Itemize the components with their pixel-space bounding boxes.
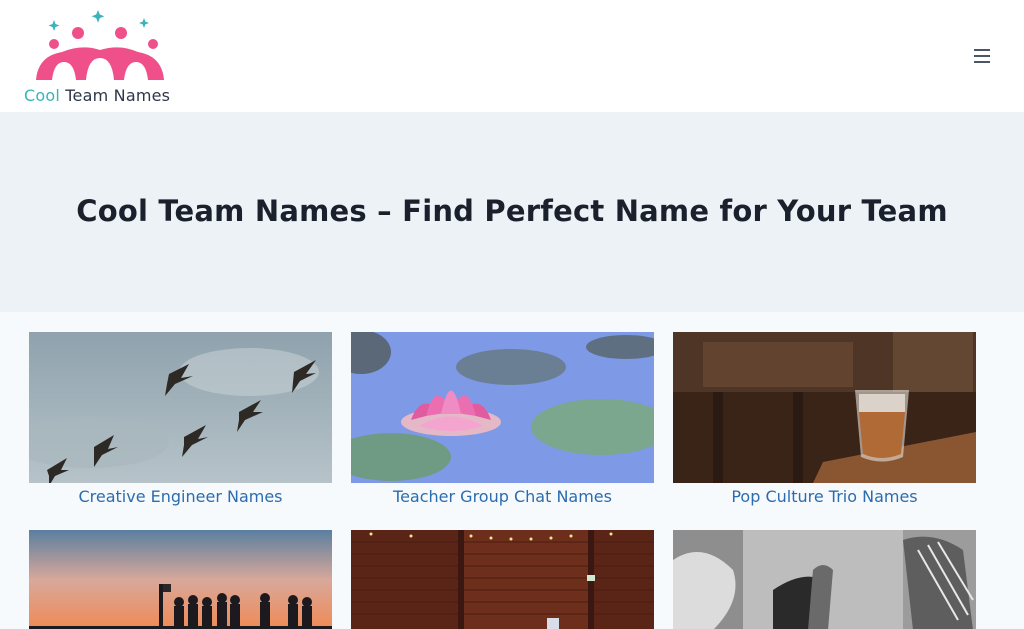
post-card[interactable] (351, 530, 654, 629)
pink-water-lily-photo[interactable] (351, 332, 654, 483)
logo-text-rest: Team Names (60, 86, 171, 105)
logo-text-accent: Cool (24, 86, 60, 105)
iced-coffee-cafe-photo[interactable] (673, 332, 976, 483)
brick-wall-lights-photo[interactable] (351, 530, 654, 629)
holding-hands-bw-photo[interactable] (673, 530, 976, 629)
post-card[interactable]: Pop Culture Trio Names (673, 332, 976, 506)
page-title: Cool Team Names – Find Perfect Name for … (76, 194, 948, 228)
post-card[interactable]: Teacher Group Chat Names (351, 332, 654, 506)
site-logo[interactable]: Cool Team Names (22, 8, 182, 108)
site-header: Cool Team Names (0, 0, 1024, 112)
sunset-silhouettes-photo[interactable] (29, 530, 332, 629)
team-people-logo-icon (36, 10, 164, 80)
hamburger-menu-icon[interactable] (968, 44, 996, 68)
post-title[interactable]: Teacher Group Chat Names (351, 487, 654, 506)
post-card[interactable] (673, 530, 976, 629)
pelicans-in-sky-photo[interactable] (29, 332, 332, 483)
post-card[interactable] (29, 530, 332, 629)
post-title[interactable]: Pop Culture Trio Names (673, 487, 976, 506)
post-card[interactable]: Creative Engineer Names (29, 332, 332, 506)
hero-banner: Cool Team Names – Find Perfect Name for … (0, 112, 1024, 312)
logo-text: Cool Team Names (24, 86, 170, 105)
post-title[interactable]: Creative Engineer Names (29, 487, 332, 506)
posts-grid: Creative Engineer Names Teacher Group Ch… (0, 312, 1024, 629)
